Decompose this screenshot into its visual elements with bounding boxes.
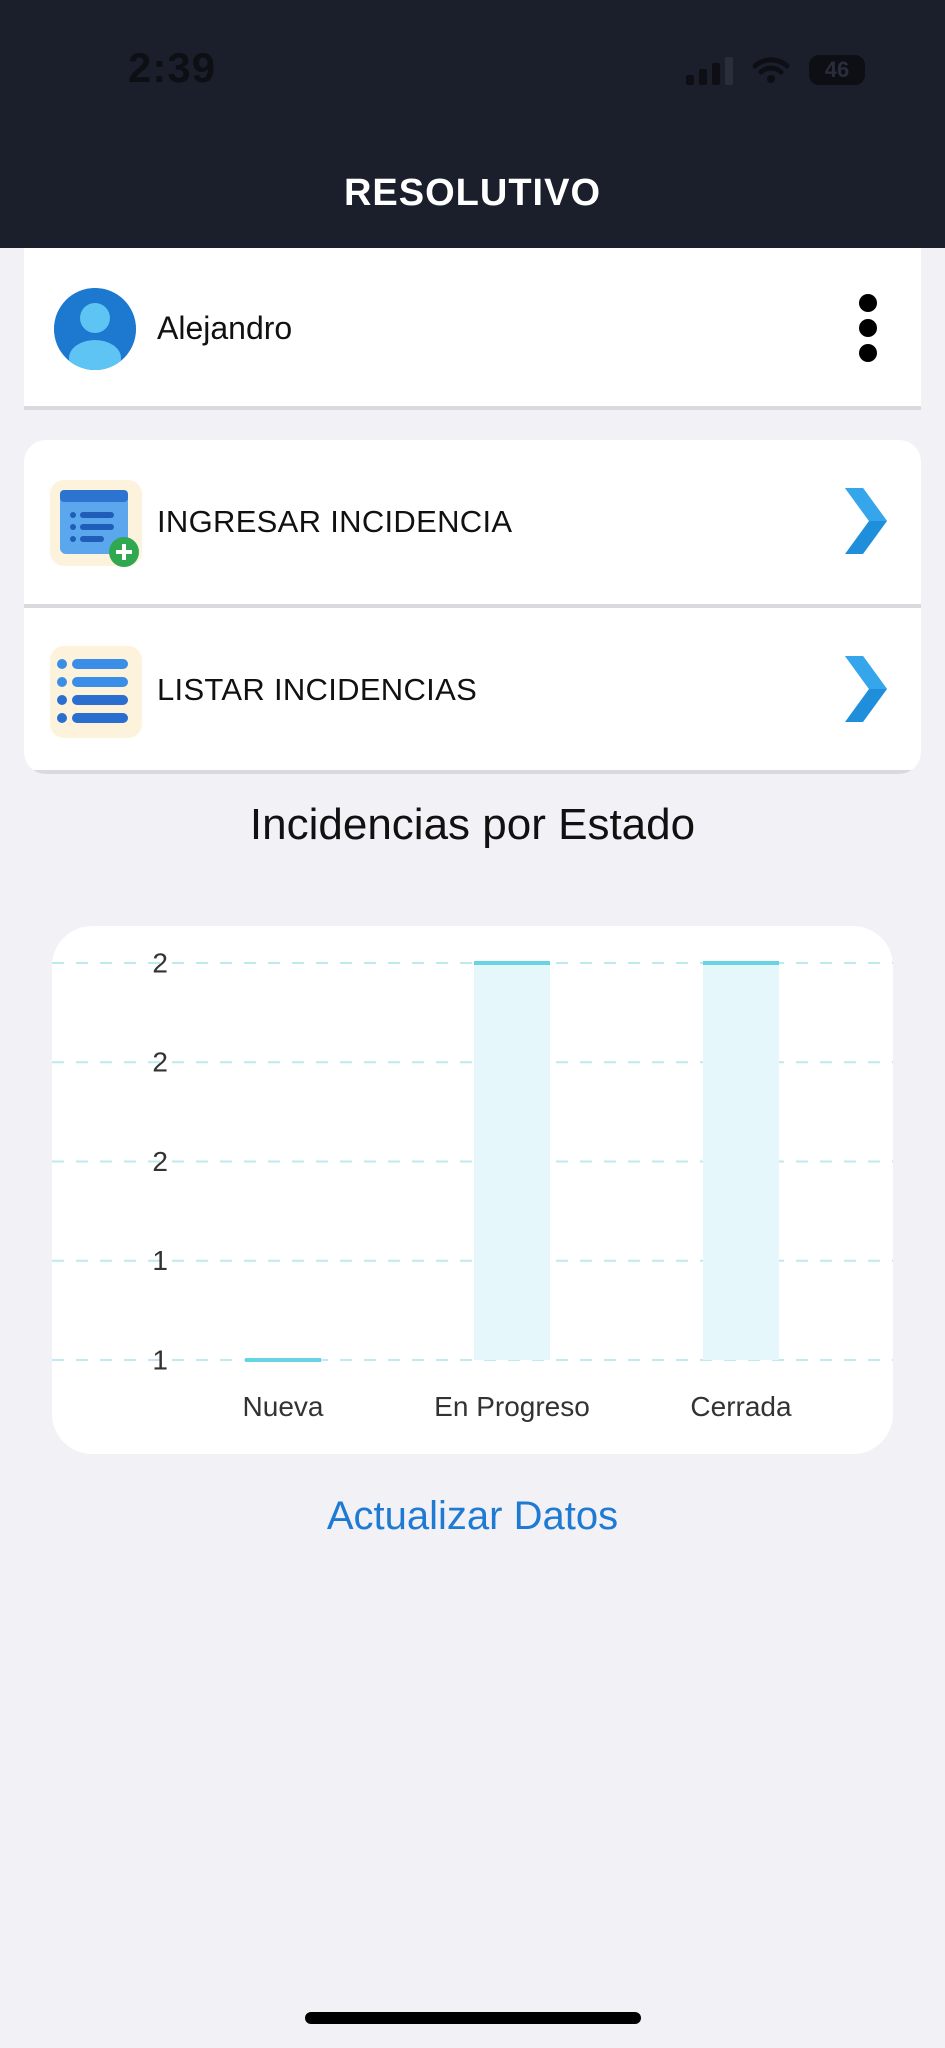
y-tick-label: 2	[152, 1146, 168, 1177]
bar-top-line	[474, 961, 550, 965]
chevron-right-icon[interactable]	[841, 486, 891, 556]
bar[interactable]	[703, 963, 779, 1360]
y-tick-label: 1	[152, 1344, 168, 1375]
chevron-right-icon[interactable]	[841, 654, 891, 724]
user-card: Alejandro	[24, 248, 921, 410]
menu-item-label: LISTAR INCIDENCIAS	[157, 672, 478, 707]
menu-item-listar-incidencias[interactable]: LISTAR INCIDENCIAS	[24, 608, 921, 772]
divider	[24, 770, 921, 774]
bar-top-line	[703, 961, 779, 965]
battery-icon: 46	[809, 55, 865, 85]
bar-top-line	[245, 1358, 321, 1362]
list-icon	[50, 646, 142, 738]
signal-icon	[686, 55, 733, 85]
status-icons: 46	[686, 50, 865, 90]
user-avatar-icon	[54, 288, 136, 370]
chart-title: Incidencias por Estado	[249, 800, 696, 849]
more-vertical-icon[interactable]	[859, 294, 877, 362]
home-indicator[interactable]	[305, 2012, 641, 2024]
bar[interactable]	[474, 963, 550, 1360]
status-time: 2:39	[128, 44, 217, 91]
x-tick-label: En Progreso	[434, 1391, 590, 1422]
x-tick-label: Nueva	[243, 1391, 324, 1422]
add-list-icon	[50, 480, 142, 567]
menu-item-label: INGRESAR INCIDENCIA	[157, 504, 513, 539]
bar-chart: 2 2 2 1 1 Nueva En Progreso Cerrada	[52, 947, 893, 1422]
refresh-button[interactable]: Actualizar Datos	[0, 1494, 945, 1539]
wifi-icon	[752, 57, 790, 83]
chart-card: 2 2 2 1 1 Nueva En Progreso Cerrada	[52, 926, 893, 1454]
y-tick-label: 2	[152, 947, 168, 978]
user-name: Alejandro	[157, 310, 293, 346]
y-tick-label: 2	[152, 1047, 168, 1078]
menu-item-ingresar-incidencia[interactable]: INGRESAR INCIDENCIA	[24, 440, 921, 608]
y-tick-label: 1	[152, 1245, 168, 1276]
top-bar: 2:39 46 RESOLUTIVO	[0, 0, 945, 248]
menu-card: INGRESAR INCIDENCIA LISTAR INCIDENCIAS	[24, 440, 921, 774]
x-tick-label: Cerrada	[690, 1391, 792, 1422]
page-title: RESOLUTIVO	[343, 172, 602, 214]
